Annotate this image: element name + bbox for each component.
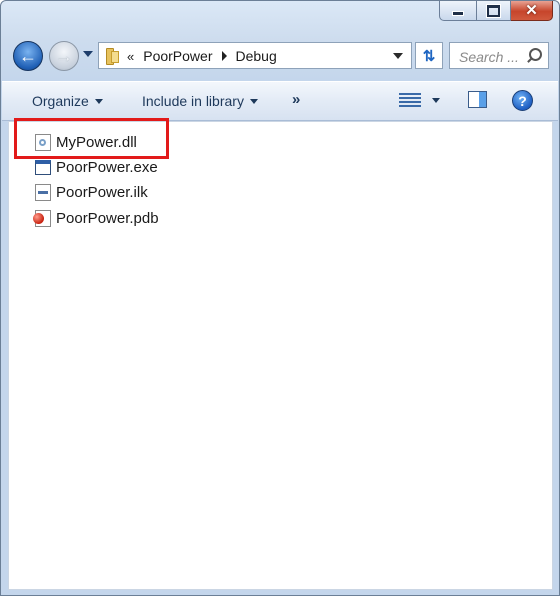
maximize-button[interactable] (477, 1, 511, 21)
help-button[interactable]: ? (512, 90, 533, 111)
address-bar[interactable]: « PoorPower Debug (98, 42, 412, 69)
breadcrumb-debug[interactable]: Debug (236, 48, 277, 64)
ilk-file-icon (35, 183, 51, 201)
refresh-button[interactable]: ⇅ (415, 42, 443, 69)
minimize-button[interactable] (439, 1, 477, 21)
chevron-down-icon (94, 98, 103, 104)
back-arrow-icon: ← (19, 46, 37, 66)
list-item[interactable]: PoorPower.exe (35, 156, 158, 178)
organize-menu[interactable]: Organize (32, 93, 103, 109)
help-icon: ? (518, 92, 527, 109)
more-commands-button[interactable]: » (292, 91, 300, 108)
include-in-library-label: Include in library (142, 93, 244, 109)
explorer-window: ✕ ← → « PoorPower Debug ⇅ Search ... Org… (0, 0, 560, 596)
search-box[interactable]: Search ... (449, 42, 549, 69)
file-name: PoorPower.pdb (56, 209, 159, 227)
list-item[interactable]: PoorPower.pdb (33, 207, 159, 229)
preview-pane-icon[interactable] (468, 91, 487, 108)
maximize-icon (487, 4, 500, 17)
search-icon (529, 48, 542, 61)
pdb-file-icon (33, 209, 51, 227)
views-dropdown-icon[interactable] (432, 98, 440, 103)
address-dropdown-icon[interactable] (393, 53, 403, 59)
forward-button[interactable]: → (49, 41, 79, 71)
breadcrumb-separator-icon[interactable] (221, 51, 227, 61)
close-icon: ✕ (525, 2, 538, 19)
recent-pages-dropdown[interactable] (83, 51, 93, 57)
organize-label: Organize (32, 93, 89, 109)
refresh-icon: ⇅ (422, 47, 436, 65)
breadcrumb: « PoorPower Debug (127, 48, 277, 64)
exe-file-icon (35, 159, 51, 175)
close-button[interactable]: ✕ (511, 1, 553, 21)
folder-icon (104, 48, 119, 65)
forward-arrow-icon: → (55, 46, 73, 66)
file-name: PoorPower.ilk (56, 183, 148, 201)
breadcrumb-overflow-chevron[interactable]: « (127, 49, 134, 64)
change-view-icon[interactable] (399, 92, 421, 109)
breadcrumb-poorpower[interactable]: PoorPower (143, 48, 212, 64)
include-in-library-menu[interactable]: Include in library (142, 93, 258, 109)
file-list: MyPower.dll PoorPower.exe PoorPower.ilk … (8, 121, 553, 590)
file-name: PoorPower.exe (56, 158, 158, 176)
caption-buttons: ✕ (439, 1, 553, 21)
minimize-icon (452, 11, 464, 16)
chevron-down-icon (249, 98, 258, 104)
search-placeholder: Search ... (459, 49, 519, 65)
navigation-row: ← → « PoorPower Debug ⇅ Search ... (13, 39, 559, 73)
list-item[interactable]: PoorPower.ilk (35, 181, 148, 203)
highlight-box (14, 118, 169, 159)
command-bar: Organize Include in library » ? (2, 81, 558, 121)
back-button[interactable]: ← (13, 41, 43, 71)
